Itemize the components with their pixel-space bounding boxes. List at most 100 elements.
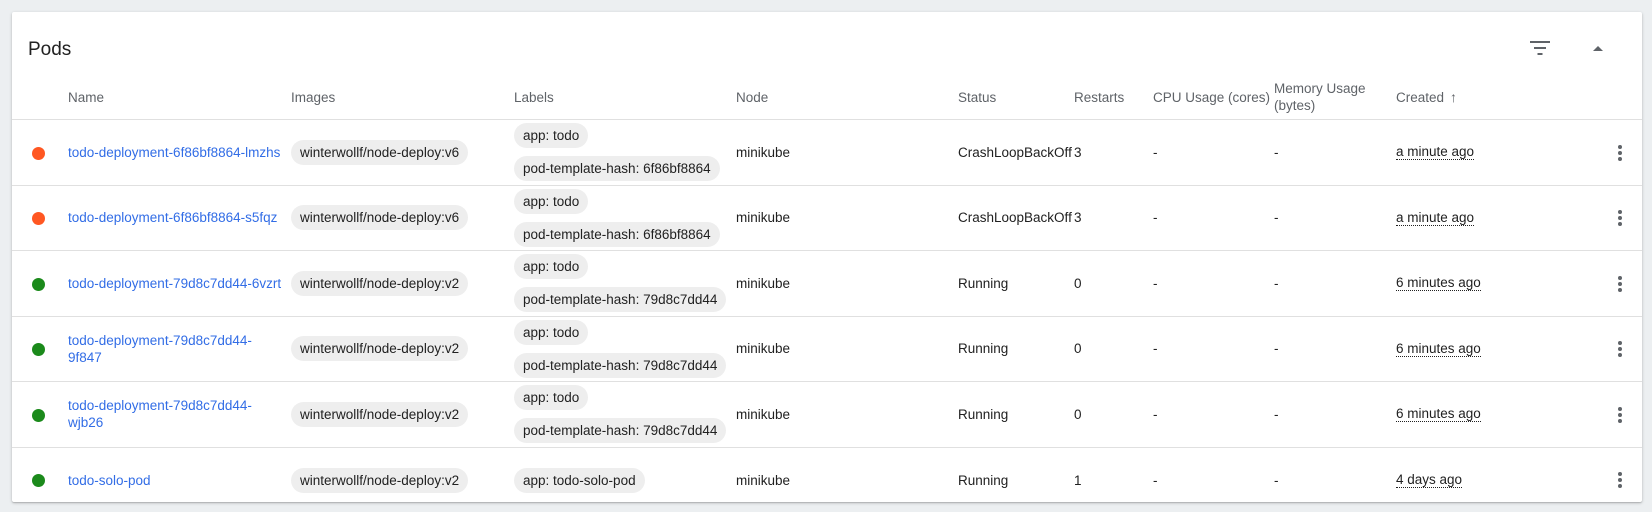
status-indicator-icon: [32, 212, 45, 226]
label-chip: app: todo-solo-pod: [514, 467, 645, 493]
restarts-count: 0: [1074, 406, 1082, 422]
column-header-images: Images: [291, 74, 335, 120]
column-header-status[interactable]: Status: [958, 74, 996, 120]
chevron-up-icon: [1593, 46, 1603, 51]
created-time-text: 6 minutes ago: [1396, 406, 1481, 423]
image-chip: winterwollf/node-deploy:v2: [291, 336, 469, 362]
pod-name-link[interactable]: todo-deployment-79d8c7dd44- wjb26: [68, 397, 252, 431]
node-text: minikube: [736, 472, 791, 488]
pod-name-link[interactable]: todo-solo-pod: [68, 472, 151, 489]
status-text: Running: [958, 406, 1009, 422]
restarts-count: 3: [1074, 210, 1082, 226]
arrow-up-icon: ↑: [1450, 88, 1458, 105]
created-time-text: 6 minutes ago: [1396, 275, 1481, 292]
row-actions-button[interactable]: [1608, 335, 1632, 363]
row-actions-button[interactable]: [1608, 204, 1632, 232]
column-header-labels-label: Labels: [514, 89, 554, 105]
pod-name-text: todo-deployment-79d8c7dd44-: [68, 332, 252, 348]
status-indicator-icon: [32, 277, 45, 291]
row-actions-button[interactable]: [1608, 466, 1632, 494]
table-row: todo-deployment-79d8c7dd44- wjb26 winterwo…: [12, 382, 1642, 448]
memory-usage-text: -: [1274, 210, 1279, 226]
table-row: todo-deployment-79d8c7dd44- 9f847 winterwo…: [12, 317, 1642, 382]
restarts-count: 3: [1074, 144, 1082, 160]
table-row: todo-deployment-79d8c7dd44-6vzrt winterwo…: [12, 251, 1642, 317]
pod-name-link[interactable]: todo-deployment-6f86bf8864-lmzhs: [68, 144, 280, 161]
more-vert-icon: [1618, 210, 1622, 227]
column-header-restarts-label: Restarts: [1074, 89, 1125, 105]
more-vert-icon: [1618, 472, 1622, 489]
pod-name-text: 9f847: [68, 349, 102, 365]
filter-button[interactable]: [1526, 34, 1554, 62]
pod-name-text: todo-solo-pod: [68, 472, 151, 488]
pod-name-text: todo-deployment-6f86bf8864-s5fqz: [68, 210, 278, 226]
pod-name-link[interactable]: todo-deployment-79d8c7dd44- 9f847: [68, 332, 252, 366]
cpu-usage-text: -: [1153, 406, 1158, 422]
created-time-text: 4 days ago: [1396, 472, 1463, 489]
restarts-count: 1: [1074, 472, 1082, 488]
column-header-cpu-label: CPU Usage (cores): [1153, 89, 1271, 105]
row-actions-button[interactable]: [1608, 270, 1632, 298]
table-row: todo-deployment-6f86bf8864-lmzhs winterwo…: [12, 120, 1642, 186]
pod-name-text: todo-deployment-79d8c7dd44-6vzrt: [68, 275, 282, 291]
row-actions-button[interactable]: [1608, 401, 1632, 429]
memory-usage-text: -: [1274, 275, 1279, 291]
pod-name-text: wjb26: [68, 415, 104, 431]
memory-usage-text: -: [1274, 472, 1279, 488]
row-actions-button[interactable]: [1608, 139, 1632, 167]
label-chip: pod-template-hash: 79d8c7dd44: [514, 352, 727, 378]
card-title: Pods: [28, 39, 72, 60]
label-chip: app: todo: [514, 188, 589, 214]
status-text: CrashLoopBackOff: [958, 210, 1072, 226]
cpu-usage-text: -: [1153, 144, 1158, 160]
column-header-images-label: Images: [291, 89, 336, 105]
column-header-created-label: Created: [1396, 89, 1445, 105]
status-indicator-icon: [32, 408, 45, 422]
column-header-status-label: Status: [958, 89, 997, 105]
memory-usage-text: -: [1274, 406, 1279, 422]
label-chip: app: todo: [514, 254, 589, 280]
column-header-memory: Memory Usage (bytes): [1274, 74, 1366, 120]
more-vert-icon: [1618, 341, 1622, 358]
node-text: minikube: [736, 144, 791, 160]
column-header-created[interactable]: Created ↑: [1396, 74, 1457, 120]
status-text: Running: [958, 341, 1009, 357]
label-chip: pod-template-hash: 6f86bf8864: [514, 156, 720, 182]
column-header-memory-label: Memory Usage: [1274, 81, 1366, 96]
image-chip: winterwollf/node-deploy:v2: [291, 467, 469, 493]
restarts-count: 0: [1074, 341, 1082, 357]
image-chip: winterwollf/node-deploy:v6: [291, 205, 469, 231]
label-chip: app: todo: [514, 123, 589, 149]
column-header-node-label: Node: [736, 89, 769, 105]
column-header-node[interactable]: Node: [736, 74, 768, 120]
pod-name-link[interactable]: todo-deployment-6f86bf8864-s5fqz: [68, 209, 277, 226]
column-header-name[interactable]: Name: [68, 74, 104, 120]
more-vert-icon: [1618, 275, 1622, 292]
cpu-usage-text: -: [1153, 275, 1158, 291]
created-time-text: a minute ago: [1396, 209, 1475, 226]
label-chip: pod-template-hash: 79d8c7dd44: [514, 418, 727, 444]
cpu-usage-text: -: [1153, 472, 1158, 488]
column-header-cpu: CPU Usage (cores): [1153, 74, 1270, 120]
label-chip: app: todo: [514, 385, 589, 411]
image-chip: winterwollf/node-deploy:v2: [291, 401, 469, 427]
node-text: minikube: [736, 275, 791, 291]
pod-name-link[interactable]: todo-deployment-79d8c7dd44-6vzrt: [68, 275, 281, 292]
more-vert-icon: [1618, 406, 1622, 423]
image-chip: winterwollf/node-deploy:v6: [291, 139, 469, 165]
pod-name-text: todo-deployment-79d8c7dd44-: [68, 398, 252, 414]
memory-usage-text: -: [1274, 341, 1279, 357]
column-header-memory-unit: (bytes): [1274, 98, 1316, 113]
memory-usage-text: -: [1274, 144, 1279, 160]
image-chip: winterwollf/node-deploy:v2: [291, 270, 469, 296]
status-text: Running: [958, 472, 1009, 488]
status-indicator-icon: [32, 343, 45, 357]
node-text: minikube: [736, 341, 791, 357]
column-header-name-label: Name: [68, 89, 105, 105]
cpu-usage-text: -: [1153, 341, 1158, 357]
collapse-button[interactable]: [1584, 34, 1612, 62]
status-indicator-icon: [32, 474, 45, 488]
status-indicator-icon: [32, 146, 45, 160]
node-text: minikube: [736, 406, 791, 422]
status-text: Running: [958, 275, 1009, 291]
